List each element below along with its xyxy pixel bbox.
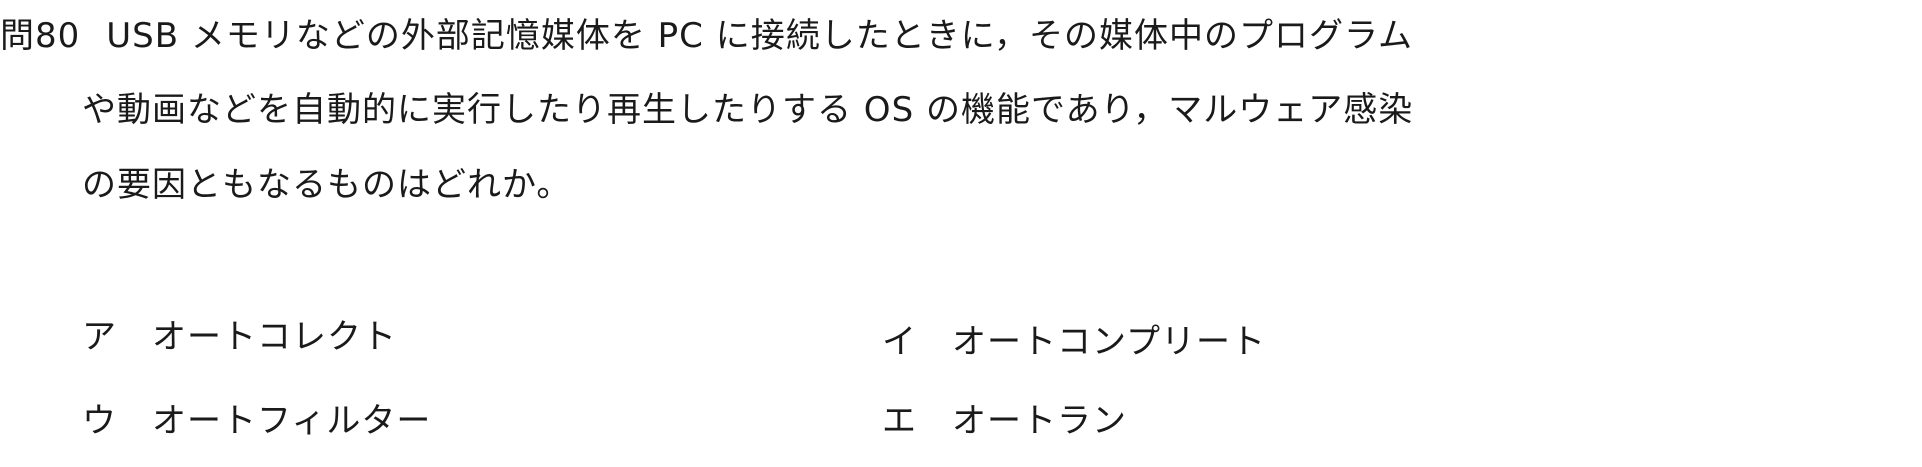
choice-i[interactable]: イオートコンプリート [882, 322, 1266, 362]
choice-mark-i: イ [882, 322, 917, 362]
question-line-2: や動画などを自動的に実行したり再生したりする OS の機能であり，マルウェア感染 [82, 90, 1414, 130]
exam-question: 問80 USB メモリなどの外部記憶媒体を PC に接続したときに，その媒体中のプ… [0, 0, 1922, 467]
question-line-3: の要因ともなるものはどれか。 [82, 165, 572, 205]
question-text-1: USB メモリなどの外部記憶媒体を PC に接続したときに，その媒体中のプログラ… [106, 16, 1414, 56]
choice-a[interactable]: アオートコレクト [82, 317, 397, 357]
choice-mark-a: ア [82, 317, 117, 357]
question-number: 問80 [0, 16, 81, 56]
choice-e[interactable]: エオートラン [882, 401, 1127, 441]
choice-text-i: オートコンプリート [952, 322, 1266, 362]
choice-text-a: オートコレクト [152, 317, 397, 357]
choice-mark-u: ウ [82, 401, 117, 441]
choice-text-u: オートフィルター [152, 401, 432, 441]
choice-text-e: オートラン [952, 401, 1127, 441]
question-line-1: 問80 USB メモリなどの外部記憶媒体を PC に接続したときに，その媒体中のプ… [0, 16, 1413, 56]
choice-mark-e: エ [882, 401, 917, 441]
choice-u[interactable]: ウオートフィルター [82, 401, 431, 441]
